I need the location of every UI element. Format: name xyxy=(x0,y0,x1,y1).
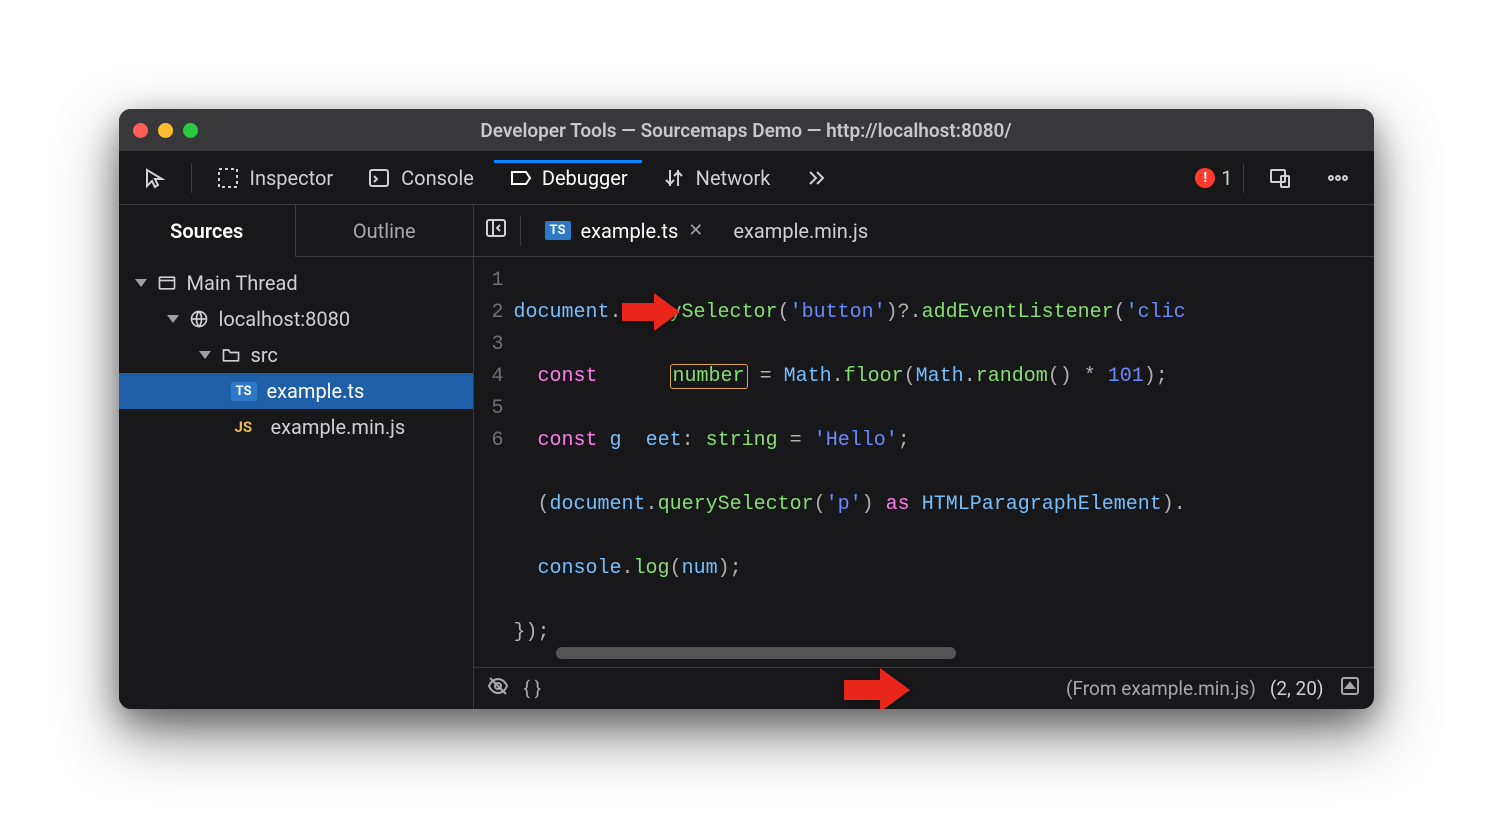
chevron-double-right-icon xyxy=(804,166,828,190)
tree-file-example-min-js[interactable]: JS example.min.js xyxy=(119,409,473,445)
network-icon xyxy=(662,166,686,190)
line-number: 4 xyxy=(474,361,504,393)
code-content: document.querySelector('button')?.addEve… xyxy=(514,257,1374,667)
sources-tab[interactable]: Sources xyxy=(119,205,297,257)
cursor-icon xyxy=(143,166,167,190)
tree-label: src xyxy=(251,343,278,367)
outline-tab[interactable]: Outline xyxy=(296,205,473,257)
editor-pane: TS example.ts ✕ example.min.js 1 2 3 4 5… xyxy=(474,205,1374,709)
devtools-toolbar: Inspector Console Debugger Network ! 1 xyxy=(119,151,1374,205)
debugger-icon xyxy=(508,166,532,190)
network-tab[interactable]: Network xyxy=(648,160,785,196)
main-area: Sources Outline Main Thread localhost:80… xyxy=(119,205,1374,709)
sidebar-tabs: Sources Outline xyxy=(119,205,473,257)
inspector-label: Inspector xyxy=(250,166,334,190)
source-tree: Main Thread localhost:8080 src TS exampl… xyxy=(119,257,473,453)
network-label: Network xyxy=(696,166,771,190)
editor-tabs-separator xyxy=(520,216,521,246)
line-number: 2 xyxy=(474,297,504,329)
toolbar-separator xyxy=(1243,163,1244,193)
maximize-window-button[interactable] xyxy=(183,123,198,138)
cursor-position: (2, 20) xyxy=(1270,677,1324,700)
tree-folder-src[interactable]: src xyxy=(119,337,473,373)
js-badge-icon: JS xyxy=(235,418,261,436)
line-number: 5 xyxy=(474,393,504,425)
kebab-menu-button[interactable] xyxy=(1312,160,1364,196)
traffic-lights xyxy=(133,123,198,138)
panel-left-icon xyxy=(484,216,508,240)
window-title: Developer Tools — Sourcemaps Demo — http… xyxy=(119,119,1374,142)
toolbar-separator xyxy=(191,163,192,193)
console-label: Console xyxy=(401,166,474,190)
line-number: 6 xyxy=(474,425,504,457)
window-icon xyxy=(157,273,177,293)
editor-tab-label: example.min.js xyxy=(733,219,868,243)
devtools-window: Developer Tools — Sourcemaps Demo — http… xyxy=(119,109,1374,709)
braces-icon: { } xyxy=(524,677,542,700)
error-icon: ! xyxy=(1195,168,1215,188)
titlebar: Developer Tools — Sourcemaps Demo — http… xyxy=(119,109,1374,151)
tree-label: Main Thread xyxy=(187,271,298,295)
folder-icon xyxy=(221,345,241,365)
ts-badge-icon: TS xyxy=(231,382,257,401)
line-number: 1 xyxy=(474,265,504,297)
horizontal-scrollbar[interactable] xyxy=(556,647,956,659)
editor-tab-example-ts[interactable]: TS example.ts ✕ xyxy=(533,213,716,249)
tree-file-example-ts[interactable]: TS example.ts xyxy=(119,373,473,409)
jump-button[interactable] xyxy=(1338,674,1362,703)
tree-label: example.min.js xyxy=(271,415,406,439)
globe-icon xyxy=(189,309,209,329)
close-tab-button[interactable]: ✕ xyxy=(688,220,703,241)
toggle-sidebar-button[interactable] xyxy=(484,216,508,245)
line-number: 3 xyxy=(474,329,504,361)
editor-tabs: TS example.ts ✕ example.min.js xyxy=(474,205,1374,257)
line-gutter: 1 2 3 4 5 6 xyxy=(474,257,514,667)
chevron-down-icon xyxy=(135,279,147,287)
tree-main-thread[interactable]: Main Thread xyxy=(119,265,473,301)
jump-icon xyxy=(1338,674,1362,698)
tree-host[interactable]: localhost:8080 xyxy=(119,301,473,337)
debugger-label: Debugger xyxy=(542,166,628,190)
ts-badge-icon: TS xyxy=(545,221,571,240)
error-indicator[interactable]: ! 1 xyxy=(1195,166,1232,190)
blackbox-button[interactable] xyxy=(486,674,510,703)
code-editor[interactable]: 1 2 3 4 5 6 document.querySelector('butt… xyxy=(474,257,1374,667)
chevron-down-icon xyxy=(199,351,211,359)
sourcemap-origin: (From example.min.js) xyxy=(1066,677,1256,700)
inspector-tab[interactable]: Inspector xyxy=(202,160,348,196)
close-window-button[interactable] xyxy=(133,123,148,138)
pretty-print-button[interactable]: { } xyxy=(524,677,542,700)
dots-icon xyxy=(1326,166,1350,190)
sources-sidebar: Sources Outline Main Thread localhost:80… xyxy=(119,205,474,709)
tree-label: localhost:8080 xyxy=(219,307,351,331)
editor-tab-example-min-js[interactable]: example.min.js xyxy=(721,213,880,249)
error-count: 1 xyxy=(1221,166,1232,190)
editor-status-bar: { } (From example.min.js) (2, 20) xyxy=(474,667,1374,709)
annotation-arrow-icon xyxy=(622,287,682,337)
responsive-design-button[interactable] xyxy=(1254,160,1306,196)
console-icon xyxy=(367,166,391,190)
eye-off-icon xyxy=(486,674,510,698)
editor-tab-label: example.ts xyxy=(581,219,679,243)
devices-icon xyxy=(1268,166,1292,190)
tree-label: example.ts xyxy=(267,379,365,403)
console-tab[interactable]: Console xyxy=(353,160,488,196)
highlighted-type: number xyxy=(670,364,748,389)
debugger-tab[interactable]: Debugger xyxy=(494,160,642,196)
chevron-down-icon xyxy=(167,315,179,323)
inspector-icon xyxy=(216,166,240,190)
inspect-element-button[interactable] xyxy=(129,160,181,196)
more-tabs-button[interactable] xyxy=(790,160,842,196)
annotation-arrow-icon xyxy=(844,662,914,709)
minimize-window-button[interactable] xyxy=(158,123,173,138)
